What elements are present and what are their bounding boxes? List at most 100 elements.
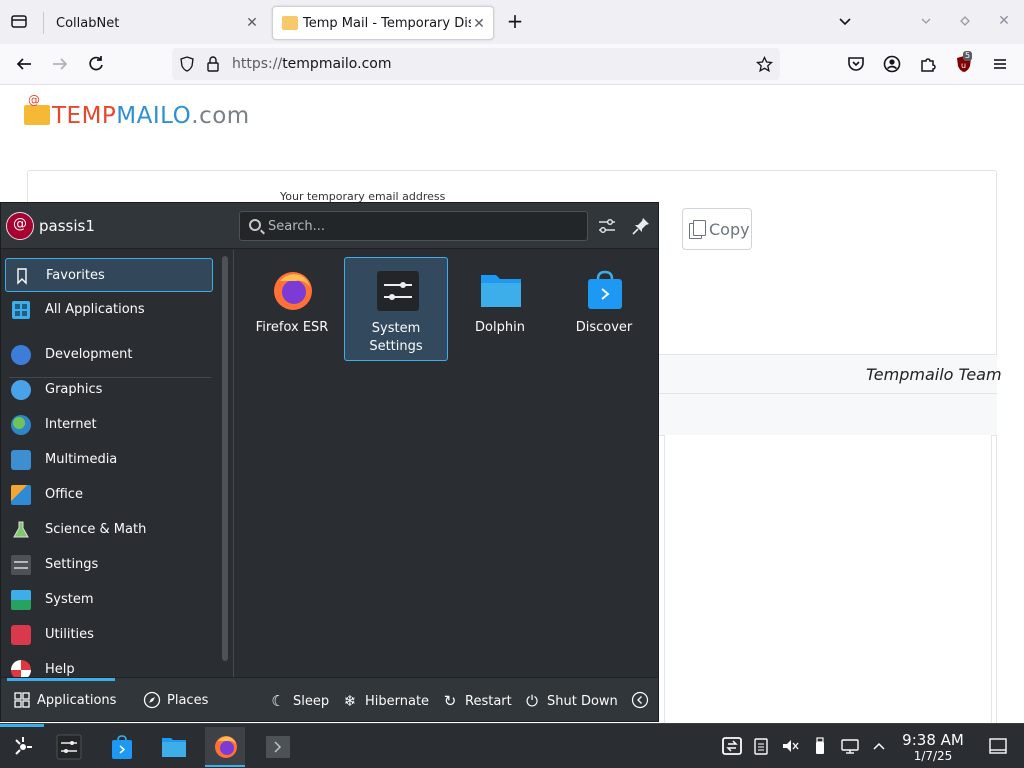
browser-tab-bar: CollabNet ✕ Temp Mail - Temporary Dispos… xyxy=(0,0,1024,44)
back-arrow-icon[interactable] xyxy=(13,53,35,75)
new-tab-button[interactable]: + xyxy=(504,10,526,32)
clock-date: 1/7/25 xyxy=(913,749,953,763)
minimize-icon[interactable] xyxy=(917,12,935,30)
application-launcher: passis1 Favorites All Applications xyxy=(0,202,659,722)
tab-temp-mail[interactable]: Temp Mail - Temporary Disposable Email ✕ xyxy=(272,6,494,40)
clock-time: 9:38 AM xyxy=(902,731,964,749)
hibernate-button[interactable]: ❄ Hibernate xyxy=(341,692,429,710)
help-lifebuoy-icon xyxy=(11,660,31,677)
inbox-message-header xyxy=(659,394,997,436)
grid-icon xyxy=(11,300,31,320)
extensions-puzzle-icon[interactable] xyxy=(917,53,939,75)
category-favorites[interactable]: Favorites xyxy=(5,258,213,292)
taskbar-firefox[interactable] xyxy=(205,727,245,767)
launcher-header: passis1 xyxy=(1,203,658,249)
tracking-shield-icon[interactable] xyxy=(179,56,195,72)
taskbar-system-settings[interactable] xyxy=(48,727,88,767)
chevron-left-circle-icon xyxy=(631,691,649,709)
extension-count-badge: 5 xyxy=(963,51,973,61)
tray-expand-chevron-up-icon[interactable] xyxy=(869,736,889,756)
category-science-math[interactable]: Science & Math xyxy=(5,513,213,547)
sleep-button[interactable]: ☾ Sleep xyxy=(269,692,329,710)
tab-places[interactable]: Places xyxy=(143,678,208,722)
restart-button[interactable]: ↻ Restart xyxy=(441,692,512,710)
volume-muted-icon[interactable] xyxy=(780,736,800,756)
tab-collabnet[interactable]: CollabNet ✕ xyxy=(44,6,266,40)
tab-close-icon[interactable]: ✕ xyxy=(471,16,487,32)
scrollbar-thumb[interactable] xyxy=(222,256,228,661)
user-avatar-icon[interactable] xyxy=(6,212,34,240)
copy-label: Copy xyxy=(709,219,750,239)
pocket-icon[interactable] xyxy=(845,53,867,75)
activity-switcher-icon[interactable] xyxy=(721,736,743,756)
category-graphics[interactable]: Graphics xyxy=(5,373,213,407)
tempmail-favicon-icon xyxy=(282,16,298,30)
removable-device-icon[interactable] xyxy=(810,736,830,756)
tab-close-icon[interactable]: ✕ xyxy=(244,15,260,31)
taskbar: 9:38 AM 1/7/25 xyxy=(0,723,1024,768)
account-icon[interactable] xyxy=(881,53,903,75)
category-system[interactable]: System xyxy=(5,583,213,617)
app-label: Firefox ESR xyxy=(255,320,329,335)
app-label: Discover xyxy=(575,320,633,335)
svg-text:u: u xyxy=(961,61,966,70)
tab-list-button[interactable] xyxy=(10,13,28,29)
internet-globe-icon xyxy=(11,415,31,435)
launcher-search-field[interactable] xyxy=(239,211,588,241)
category-label: Settings xyxy=(45,557,99,572)
category-label: Internet xyxy=(45,417,97,432)
firefox-icon xyxy=(274,272,312,310)
digital-clock[interactable]: 9:38 AM 1/7/25 xyxy=(898,731,968,764)
dolphin-folder-icon xyxy=(162,738,186,757)
discover-bag-icon xyxy=(588,270,622,309)
tab-title: CollabNet xyxy=(56,15,120,31)
multimedia-icon xyxy=(11,450,31,470)
more-options-button[interactable] xyxy=(631,691,655,709)
favorite-firefox-esr[interactable]: Firefox ESR xyxy=(240,257,344,361)
envelope-logo-icon xyxy=(24,93,50,125)
close-window-icon[interactable]: ✕ xyxy=(995,12,1013,30)
launcher-search-input[interactable] xyxy=(268,216,578,236)
show-desktop-icon[interactable] xyxy=(988,736,1008,756)
pin-icon[interactable] xyxy=(630,215,652,237)
category-label: Help xyxy=(45,662,75,677)
science-flask-icon xyxy=(11,520,31,540)
network-icon[interactable] xyxy=(840,736,860,756)
tab-applications[interactable]: Applications xyxy=(7,678,116,722)
url-bar[interactable]: https://tempmailo.com xyxy=(172,48,780,80)
shutdown-button[interactable]: ⏻ Shut Down xyxy=(523,692,618,710)
lock-icon[interactable] xyxy=(206,55,220,73)
maximize-icon[interactable] xyxy=(956,12,974,30)
sleep-label: Sleep xyxy=(293,693,330,709)
taskbar-discover[interactable] xyxy=(101,727,141,767)
url-host: tempmailo.com xyxy=(282,56,392,72)
list-all-tabs-icon[interactable] xyxy=(836,12,854,30)
forward-arrow-icon[interactable] xyxy=(49,53,71,75)
clipboard-icon[interactable] xyxy=(751,736,771,756)
favorite-system-settings[interactable]: System Settings xyxy=(344,257,448,361)
copy-button[interactable]: Copy xyxy=(682,208,752,250)
category-scrollbar[interactable] xyxy=(218,250,234,677)
category-list: Favorites All Applications Development G… xyxy=(1,250,217,677)
hibernate-snowflake-icon: ❄ xyxy=(343,692,357,710)
favorite-dolphin[interactable]: Dolphin xyxy=(448,257,552,361)
category-multimedia[interactable]: Multimedia xyxy=(5,443,213,477)
bookmark-star-icon[interactable] xyxy=(756,56,773,73)
reload-icon[interactable] xyxy=(85,53,107,75)
tempmailo-logo[interactable]: TEMPMAILO.com xyxy=(24,93,250,129)
category-office[interactable]: Office xyxy=(5,478,213,512)
taskbar-konsole[interactable] xyxy=(257,727,297,767)
category-help[interactable]: Help xyxy=(5,653,213,677)
category-development[interactable]: Development xyxy=(5,338,213,372)
favorite-discover[interactable]: Discover xyxy=(552,257,656,361)
configure-sliders-icon[interactable] xyxy=(596,215,618,237)
application-launcher-button[interactable] xyxy=(2,727,42,767)
category-all-applications[interactable]: All Applications xyxy=(5,293,213,327)
category-settings[interactable]: Settings xyxy=(5,548,213,582)
category-utilities[interactable]: Utilities xyxy=(5,618,213,652)
category-internet[interactable]: Internet xyxy=(5,408,213,442)
url-text[interactable]: https://tempmailo.com xyxy=(232,56,391,72)
taskbar-dolphin[interactable] xyxy=(153,727,193,767)
launcher-footer: Applications Places ☾ Sleep ❄ Hibernate … xyxy=(1,677,658,721)
hamburger-menu-icon[interactable] xyxy=(989,53,1011,75)
